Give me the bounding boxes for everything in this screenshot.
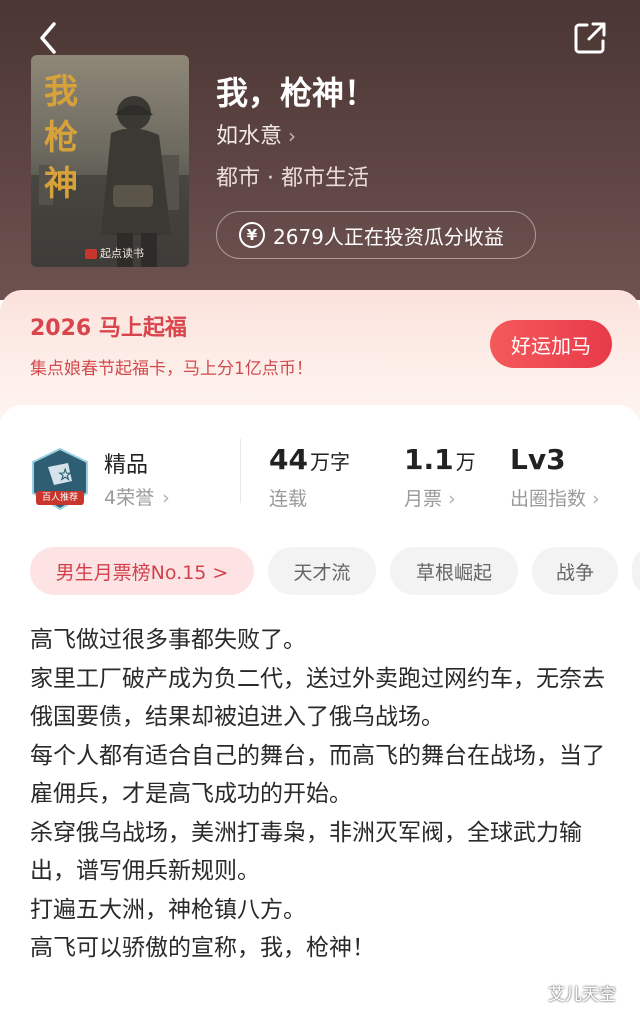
tag-item-partial[interactable] [632,547,640,595]
quality-badge-icon[interactable]: ☆ 百人推荐 [30,447,90,513]
stat-label: 连载 [269,488,308,510]
tag-list: 男生月票榜No.15 > 天才流 草根崛起 战争 [30,547,640,595]
cover-publisher: 起点读书 [85,245,144,261]
tag-ranking[interactable]: 男生月票榜No.15 > [30,547,254,595]
promo-subtitle: 集点娘春节起福卡，马上分1亿点币！ [30,359,313,379]
synopsis-line: 高飞可以骄傲的宣称，我，枪神！ [30,935,375,961]
stat-monthly-ticket[interactable]: 1.1 万 月票 › [404,443,476,511]
invest-text: 2679人正在投资瓜分收益 [273,224,504,249]
cover-title-char: 枪 [44,118,78,158]
stat-label: 出圈指数 [510,488,587,510]
synopsis-line: 每个人都有适合自己的舞台，而高飞的舞台在战场，当了雇佣兵，才是高飞成功的开始。 [30,742,605,808]
book-category: 都市 · 都市生活 [216,166,369,191]
book-header: 我 枪 神 起点读书 我，枪神！ 如水意 › 都市 · 都市生活 ¥ 2679人正… [0,0,640,300]
chevron-right-icon: › [288,124,297,148]
badge-text: 百人推荐 [41,493,78,503]
tag-item[interactable]: 天才流 [268,547,376,595]
chevron-right-icon: › [448,488,456,510]
book-title: 我，枪神！ [216,74,377,112]
cover-title-char: 神 [44,164,78,204]
tag-item[interactable]: 草根崛起 [390,547,518,595]
stat-word-count: 44 万字 连载 [269,443,350,511]
stat-value: 44 [269,443,308,476]
book-synopsis: 高飞做过很多事都失败了。 家里工厂破产成为负二代，送过外卖跑过网约车，无奈去俄国… [30,621,610,968]
watermark: 艾儿天空 [548,985,616,1005]
share-button[interactable] [572,20,608,56]
share-icon [574,22,606,54]
quality-label: 精品 [104,453,149,478]
book-cover[interactable]: 我 枪 神 起点读书 [31,55,189,267]
cover-title: 我 枪 神 [41,69,81,207]
stat-label: 月票 [404,488,443,510]
synopsis-line: 打遍五大洲，神枪镇八方。 [30,896,306,923]
stat-unit: 万字 [309,450,350,474]
honor-count: 4荣誉 [104,487,155,509]
yen-icon: ¥ [239,222,265,248]
promo-banner[interactable]: 2026 马上起福 集点娘春节起福卡，马上分1亿点币！ 好运加马 [0,290,640,420]
cover-title-char: 我 [44,72,78,112]
promo-title: 2026 马上起福 [30,316,187,341]
synopsis-line: 家里工厂破产成为负二代，送过外卖跑过网约车，无奈去俄国要债，结果却被迫进入了俄乌… [30,665,605,731]
stat-breakout-index[interactable]: Lv3 出圈指数 › [510,443,600,511]
stat-unit: 万 [455,450,476,474]
publisher-logo-icon [85,249,97,259]
chevron-right-icon: › [162,487,170,509]
chevron-right-icon: › [592,488,600,510]
tag-item[interactable]: 战争 [532,547,618,595]
stat-value: Lv3 [510,443,566,476]
book-info-card: ☆ 百人推荐 精品 4荣誉 › 44 万字 连载 1.1 万 月票 › Lv3 出圈指数… [0,405,640,1014]
synopsis-line: 高飞做过很多事都失败了。 [30,627,306,653]
invest-button[interactable]: ¥ 2679人正在投资瓜分收益 [216,211,536,259]
svg-text:☆: ☆ [58,467,73,484]
back-button[interactable] [34,20,66,56]
author-name: 如水意 [216,124,283,149]
divider [240,439,241,503]
synopsis-line: 杀穿俄乌战场，美洲打毒枭，非洲灭军阀，全球武力输出，谱写佣兵新规则。 [30,819,582,885]
lucky-horse-button[interactable]: 好运加马 [490,320,612,368]
stat-value: 1.1 [404,443,454,476]
back-arrow-icon [40,22,56,54]
author-link[interactable]: 如水意 › [216,118,296,150]
honor-link[interactable]: 4荣誉 › [104,483,170,510]
publisher-name: 起点读书 [100,247,144,260]
